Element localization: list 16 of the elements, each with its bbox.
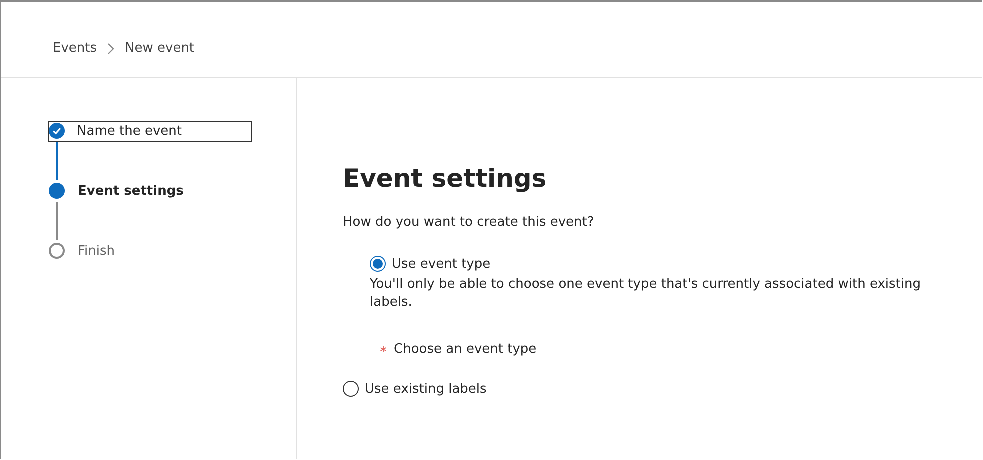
- step-connector: [56, 142, 58, 180]
- radio-label[interactable]: Use existing labels: [365, 382, 487, 396]
- radio-button[interactable]: [343, 381, 359, 397]
- page-heading: Event settings: [343, 164, 548, 193]
- step-label[interactable]: Finish: [77, 240, 241, 262]
- breadcrumb-link[interactable]: Events: [53, 41, 98, 56]
- breadcrumb-current: New event: [125, 41, 195, 56]
- step-label[interactable]: Name the event: [48, 120, 252, 142]
- chevron-icon: [107, 42, 116, 54]
- step-connector: [56, 202, 58, 240]
- option-description: You'll only be able to choose one event type that's currently associated with existing labels.: [370, 276, 922, 312]
- radio-label[interactable]: Use event type: [392, 256, 491, 272]
- step-label[interactable]: Event settings: [77, 180, 241, 202]
- radio-button[interactable]: [370, 256, 386, 272]
- field-label: Choose an event type: [394, 342, 537, 357]
- question-label: How do you want to create this event?: [343, 215, 596, 230]
